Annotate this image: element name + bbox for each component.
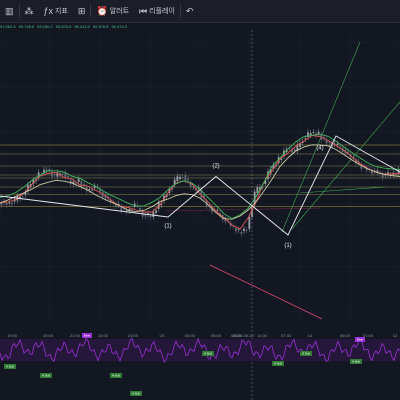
candle-body (235, 228, 237, 232)
candle-body (347, 151, 349, 153)
price-chart[interactable]: (2) (1) (1) (4) Bear Bear H Bull H Bull H Bull H… (0, 22, 400, 400)
indicator-fx-icon: ƒx (43, 5, 54, 16)
candle-body (181, 177, 184, 178)
toolbar-item-undo[interactable]: ↶ (181, 0, 199, 22)
trendline-upper (164, 207, 321, 212)
bear-badge-label: Bear (357, 338, 363, 342)
replay-label: 리플레이 (149, 8, 175, 15)
time-tick-label: 06:00 (340, 333, 351, 338)
candle-body (77, 178, 80, 182)
bear-badge-label: Bear (84, 334, 90, 338)
candle-body (248, 217, 251, 229)
bull-badge-label: H Bull (6, 365, 14, 369)
time-tick-label: 21:00 (70, 333, 81, 338)
grid-icon: ⊞ (77, 5, 86, 16)
time-tick-label: 12 (393, 333, 398, 338)
candle-body (8, 202, 11, 204)
bull-badge-label: H Bull (132, 392, 140, 396)
time-axis: 19:00 20:00 21:00 22:00 23:00 '25 03:00 05:00 06… (7, 333, 398, 338)
candle-body (384, 175, 387, 177)
candle-body (176, 176, 179, 181)
time-tick-label: 20:00 (43, 333, 54, 338)
time-tick-label: 19:00 (7, 333, 18, 338)
dots-icon: ⁂ (24, 5, 34, 16)
candle-body (152, 211, 155, 217)
wave-label: (1) (284, 243, 291, 249)
wave-label: (2) (212, 164, 219, 170)
candle-body (184, 175, 187, 181)
oscillator-band (0, 339, 400, 361)
time-tick-label: 03:00 (185, 333, 196, 338)
candle-icon: ▥ (5, 5, 14, 16)
wave-label: (1) (164, 224, 171, 230)
time-tick-label: 07:00 (363, 333, 374, 338)
time-tick-label: 14 (308, 333, 313, 338)
toolbar-item-indicators[interactable]: ƒx 지표 (39, 0, 73, 22)
bull-badge-label: H Bull (302, 352, 310, 356)
replay-icon: ⏰ (96, 5, 108, 16)
alerts-label: 알러트 (109, 8, 130, 15)
bull-badge-label: H Bull (274, 362, 282, 366)
toolbar-item-candles[interactable]: ▥ (0, 0, 19, 22)
candle-body (293, 149, 296, 151)
bull-badge-label: H Bull (42, 374, 50, 378)
candle-body (381, 174, 384, 178)
candle-body (88, 189, 91, 190)
oscillator-panel: Bear Bear H Bull H Bull H Bull H Bull H Bull H … (0, 333, 400, 396)
candle-body (336, 143, 339, 145)
bull-badge-label: H Bull (352, 360, 360, 364)
candle-body (61, 173, 64, 175)
trendline-lower (209, 264, 323, 320)
candle-body (51, 171, 53, 177)
toolbar-item-alerts[interactable]: ⏰ 알러트 (91, 0, 134, 22)
time-tick-label: 2025-05-13 · 11:00 (233, 333, 268, 338)
candle-body (309, 133, 312, 135)
candle-body (80, 181, 83, 187)
candle-body (237, 229, 240, 231)
candle-body (304, 138, 307, 140)
undo-icon: ↶ (185, 5, 194, 16)
candle-body (256, 187, 259, 193)
candle-body (240, 232, 243, 234)
time-tick-label: 05:00 (211, 333, 222, 338)
toolbar-item-replay[interactable]: ⏮ 리플레이 (134, 0, 180, 22)
candle-body (245, 230, 248, 231)
candle-body (69, 180, 72, 184)
candle-body (53, 174, 56, 176)
candle-body (67, 176, 69, 178)
candle-body (91, 189, 93, 191)
toolbar-item-layout[interactable]: ⊞ (73, 0, 91, 22)
indicators-label: 지표 (55, 8, 68, 15)
play-replay-icon: ⏮ (139, 5, 148, 16)
wave-label: (4) (316, 146, 323, 152)
candle-body (187, 179, 189, 181)
time-tick-label: '25 (159, 333, 165, 338)
bull-badge-label: H Bull (112, 374, 120, 378)
candle-body (243, 228, 245, 231)
candle-body (155, 210, 157, 213)
bull-badge-label: H Bull (204, 352, 212, 356)
time-tick-label: 07:30 (281, 333, 292, 338)
candle-body (149, 216, 152, 217)
candle-body (5, 203, 8, 205)
channel-mid (299, 186, 386, 194)
candle-body (21, 196, 24, 198)
candle-body (317, 131, 320, 134)
candle-body (75, 183, 77, 184)
time-tick-label: 22:00 (98, 333, 109, 338)
candle-body (11, 202, 13, 205)
top-toolbar: ▥ ⁂ ƒx 지표 ⊞ ⏰ 알러트 ⏮ 리플레이 ↶ (0, 0, 400, 23)
candle-body (312, 132, 315, 133)
toolbar-item-chart-type[interactable]: ⁂ (20, 0, 39, 22)
time-tick-label: 23:00 (128, 333, 139, 338)
candle-body (179, 177, 181, 179)
candle-body (216, 210, 219, 212)
channel-lower (291, 101, 400, 230)
